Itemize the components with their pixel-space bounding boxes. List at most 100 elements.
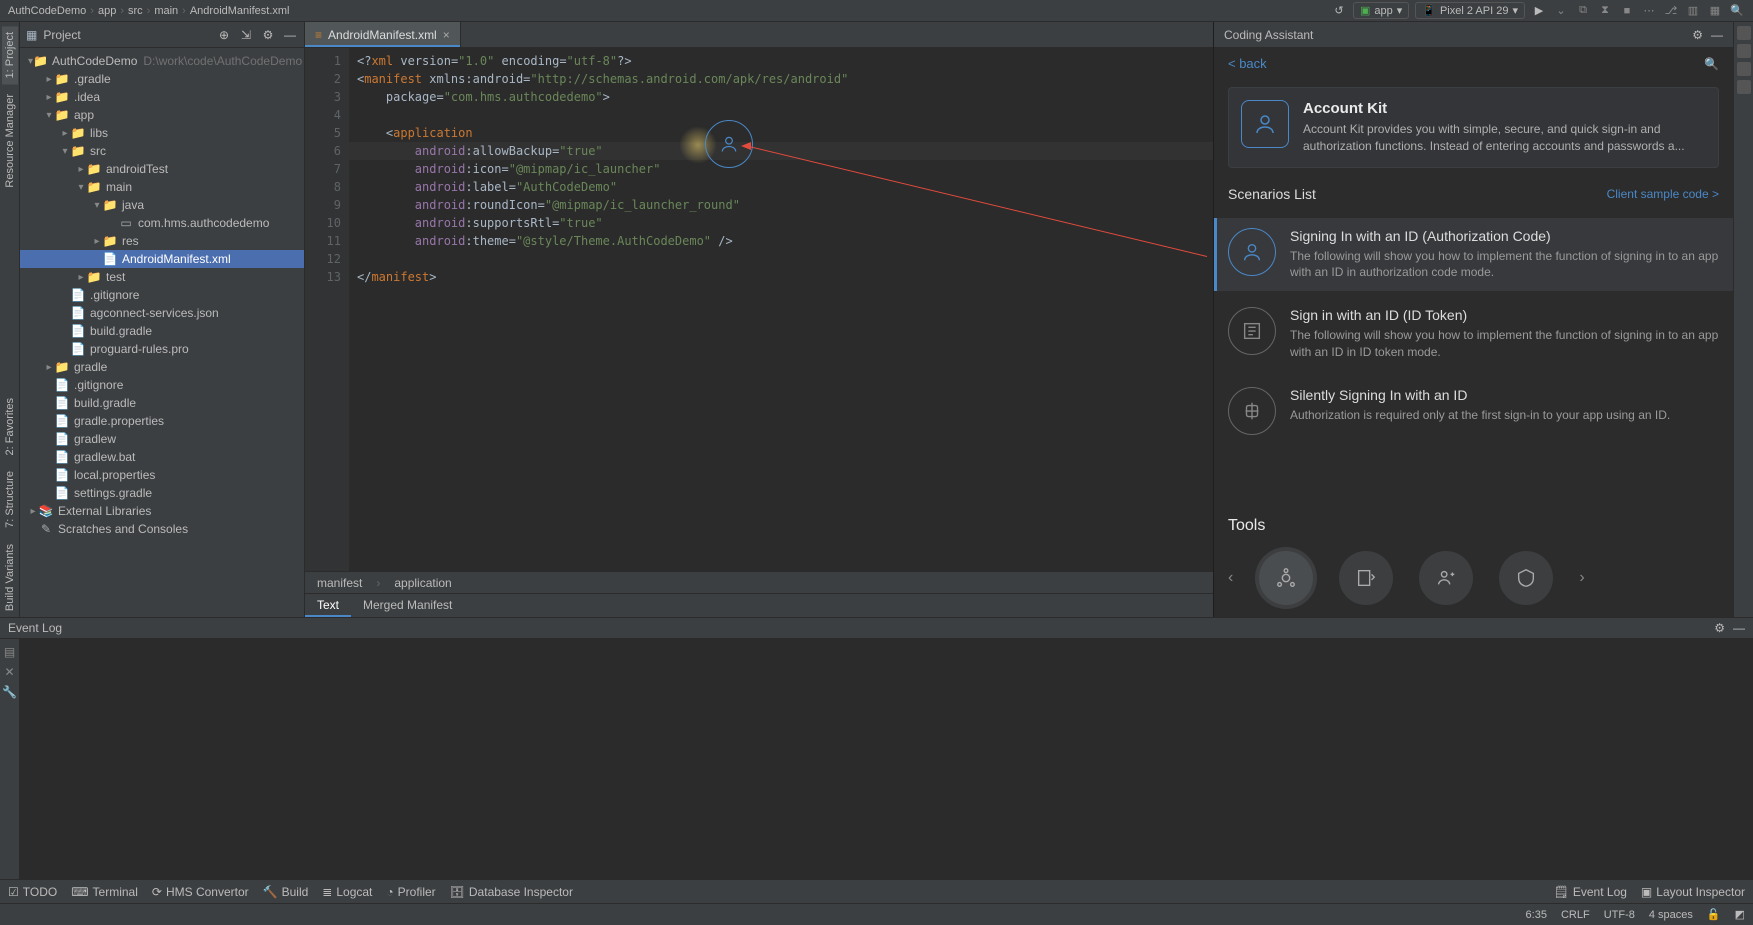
git-icon[interactable]: ⎇	[1663, 3, 1679, 19]
line-separator[interactable]: CRLF	[1561, 909, 1590, 921]
scenarios-link[interactable]: Client sample code >	[1607, 187, 1719, 201]
more-run-icon[interactable]: ⋯	[1641, 3, 1657, 19]
breadcrumb-item[interactable]: AndroidManifest.xml	[190, 5, 290, 17]
crumb-application[interactable]: application	[394, 576, 451, 590]
gear-icon[interactable]: ⚙	[1714, 621, 1725, 635]
tree-item[interactable]: ▾📁app	[20, 106, 304, 124]
bottom-item[interactable]: 🗒Event Log	[1554, 885, 1627, 899]
sync-icon[interactable]: ↺	[1331, 3, 1347, 19]
bottom-item[interactable]: ◔Profiler	[386, 885, 435, 899]
bottom-item[interactable]: ≣Logcat	[322, 885, 372, 899]
tree-item[interactable]: ▭com.hms.authcodedemo	[20, 214, 304, 232]
close-icon[interactable]: ×	[443, 28, 450, 42]
event-log-title[interactable]: Event Log	[8, 621, 62, 635]
vtab-project[interactable]: 1: Project	[2, 26, 18, 84]
editor-tab-manifest[interactable]: ≡ AndroidManifest.xml ×	[305, 22, 461, 47]
tree-item[interactable]: ▸📁.gradle	[20, 70, 304, 88]
tools-next-icon[interactable]: ›	[1579, 569, 1584, 587]
vtab-favorites[interactable]: 2: Favorites	[2, 392, 18, 461]
tree-item[interactable]: ▸📁.idea	[20, 88, 304, 106]
right-tool-4[interactable]	[1737, 80, 1751, 94]
back-link[interactable]: < back	[1228, 56, 1267, 71]
breadcrumb-item[interactable]: app	[98, 5, 116, 17]
right-tool-1[interactable]	[1737, 26, 1751, 40]
hide-icon[interactable]: —	[282, 27, 298, 43]
run-config-selector[interactable]: ▣ app ▾	[1353, 2, 1409, 19]
scenario-item[interactable]: Signing In with an ID (Authorization Cod…	[1214, 218, 1733, 292]
device-selector[interactable]: 📱 Pixel 2 API 29 ▾	[1415, 2, 1525, 19]
sub-tab-merged[interactable]: Merged Manifest	[351, 594, 464, 617]
search-icon[interactable]: 🔍	[1704, 57, 1719, 71]
scenario-item[interactable]: Silently Signing In with an IDAuthorizat…	[1214, 377, 1733, 445]
sub-tab-text[interactable]: Text	[305, 594, 351, 617]
tools-prev-icon[interactable]: ‹	[1228, 569, 1233, 587]
inspect-icon[interactable]: ◩	[1735, 908, 1745, 921]
tree-item[interactable]: 📄gradlew.bat	[20, 448, 304, 466]
tree-item[interactable]: 📄agconnect-services.json	[20, 304, 304, 322]
tree-item[interactable]: 📄local.properties	[20, 466, 304, 484]
bottom-item[interactable]: 🔨Build	[263, 885, 309, 899]
code-editor[interactable]: <?xml version="1.0" encoding="utf-8"?><m…	[349, 48, 1213, 571]
tree-item[interactable]: 📄AndroidManifest.xml	[20, 250, 304, 268]
hide-icon[interactable]: —	[1711, 28, 1723, 42]
tree-item[interactable]: ▸📁androidTest	[20, 160, 304, 178]
tree-item[interactable]: ▾📁src	[20, 142, 304, 160]
event-log-settings-icon[interactable]: 🔧	[3, 685, 17, 699]
indent[interactable]: 4 spaces	[1649, 909, 1693, 921]
tree-item[interactable]: ▾📁java	[20, 196, 304, 214]
bottom-item[interactable]: ⟳HMS Convertor	[152, 885, 249, 899]
hide-icon[interactable]: —	[1733, 621, 1745, 635]
bottom-item[interactable]: ☑TODO	[8, 885, 57, 899]
debug-button[interactable]: ⌄	[1553, 3, 1569, 19]
bottom-item[interactable]: 🗄Database Inspector	[450, 885, 573, 899]
breadcrumb-item[interactable]: main	[154, 5, 178, 17]
tree-item[interactable]: 📄settings.gradle	[20, 484, 304, 502]
gear-icon[interactable]: ⚙	[1692, 28, 1703, 42]
cursor-position[interactable]: 6:35	[1526, 909, 1547, 921]
tool-4[interactable]	[1499, 551, 1553, 605]
avd-icon[interactable]: ▥	[1685, 3, 1701, 19]
sdk-icon[interactable]: ▦	[1707, 3, 1723, 19]
tree-item[interactable]: 📄build.gradle	[20, 322, 304, 340]
project-dropdown-icon[interactable]: ▦	[26, 28, 37, 42]
tree-item[interactable]: 📄.gitignore	[20, 376, 304, 394]
tool-2[interactable]	[1339, 551, 1393, 605]
tree-item[interactable]: 📄gradle.properties	[20, 412, 304, 430]
tree-item[interactable]: 📄build.gradle	[20, 394, 304, 412]
scenario-item[interactable]: Sign in with an ID (ID Token)The followi…	[1214, 297, 1733, 371]
right-tool-2[interactable]	[1737, 44, 1751, 58]
bottom-item[interactable]: ⌨Terminal	[71, 885, 138, 899]
tree-item[interactable]: ▾📁AuthCodeDemoD:\work\code\AuthCodeDemo	[20, 52, 304, 70]
collapse-icon[interactable]: ⇲	[238, 27, 254, 43]
tree-item[interactable]: ▸📁test	[20, 268, 304, 286]
tree-item[interactable]: 📄gradlew	[20, 430, 304, 448]
project-title[interactable]: Project	[43, 28, 210, 42]
event-log-clear-icon[interactable]: ✕	[3, 665, 17, 679]
breadcrumb-item[interactable]: src	[128, 5, 143, 17]
bottom-item[interactable]: ▣Layout Inspector	[1641, 885, 1745, 899]
tree-item[interactable]: ▾📁main	[20, 178, 304, 196]
stop-button[interactable]: ■	[1619, 3, 1635, 19]
vtab-structure[interactable]: 7: Structure	[2, 465, 18, 534]
lock-icon[interactable]: 🔓	[1707, 908, 1721, 921]
vtab-resource-manager[interactable]: Resource Manager	[2, 88, 18, 194]
tree-item[interactable]: ▸📁libs	[20, 124, 304, 142]
vtab-build-variants[interactable]: Build Variants	[2, 538, 18, 617]
profile-button[interactable]: ⧉	[1575, 3, 1591, 19]
encoding[interactable]: UTF-8	[1604, 909, 1635, 921]
tree-item[interactable]: 📄proguard-rules.pro	[20, 340, 304, 358]
target-icon[interactable]: ⊕	[216, 27, 232, 43]
run-button[interactable]: ▶	[1531, 3, 1547, 19]
tool-3[interactable]	[1419, 551, 1473, 605]
tree-item[interactable]: ▸📁gradle	[20, 358, 304, 376]
tree-item[interactable]: ▸📚External Libraries	[20, 502, 304, 520]
event-log-filter-icon[interactable]: ▤	[3, 645, 17, 659]
tool-1[interactable]	[1259, 551, 1313, 605]
tree-item[interactable]: ▸📁res	[20, 232, 304, 250]
right-tool-3[interactable]	[1737, 62, 1751, 76]
attach-debugger-button[interactable]: ⧗	[1597, 3, 1613, 19]
project-tree[interactable]: ▾📁AuthCodeDemoD:\work\code\AuthCodeDemo▸…	[20, 48, 304, 617]
breadcrumb-item[interactable]: AuthCodeDemo	[8, 5, 86, 17]
crumb-manifest[interactable]: manifest	[317, 576, 362, 590]
tree-item[interactable]: 📄.gitignore	[20, 286, 304, 304]
